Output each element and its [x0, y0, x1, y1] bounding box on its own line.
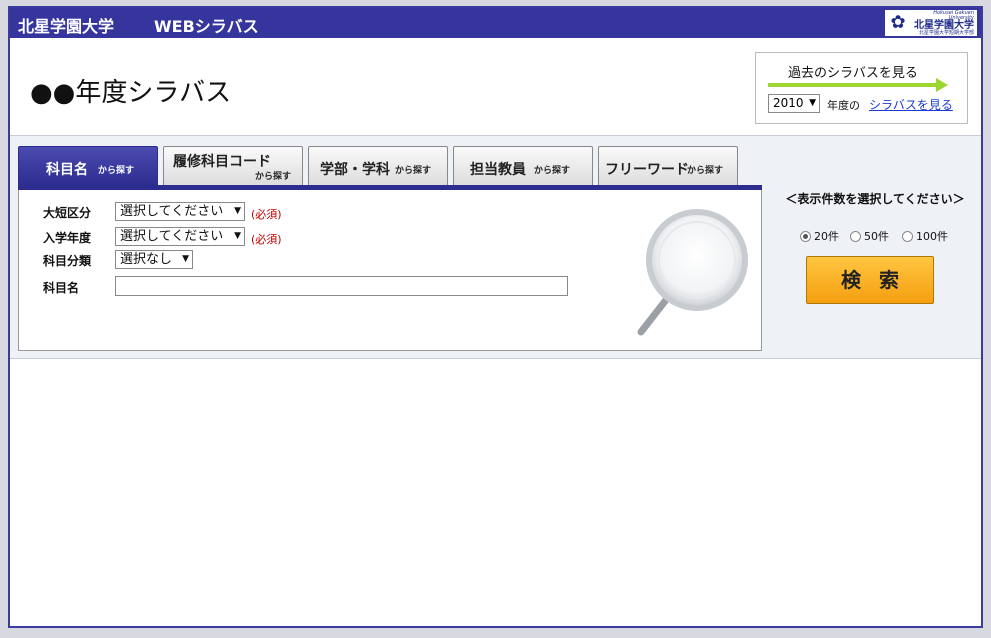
category-label: 大短区分 — [43, 206, 92, 220]
logo-english-text: Hokusei Gakuen University — [933, 9, 974, 21]
tab-main-label: フリーワード — [605, 162, 689, 178]
search-form-panel: 大短区分 選択してください ▼ (必須) 入学年度 選択してください ▼ (必須… — [18, 190, 762, 351]
required-mark: (必須) — [251, 233, 282, 246]
triangle-down-icon: ▼ — [234, 231, 241, 241]
radio-20-label: 20件 — [814, 230, 839, 243]
category-select[interactable]: 選択してください ▼ — [115, 202, 245, 221]
past-year-suffix: 年度の — [827, 99, 860, 112]
tab-faculty[interactable]: 学部・学科 から探す — [308, 146, 448, 186]
tab-subject-name[interactable]: 科目名 から探す — [18, 146, 158, 186]
arrow-icon — [768, 83, 938, 87]
search-button[interactable]: 検索 — [806, 256, 934, 304]
tab-course-code[interactable]: 履修科目コード から探す — [163, 146, 303, 186]
triangle-down-icon: ▼ — [182, 254, 189, 264]
required-mark: (必須) — [251, 208, 282, 221]
display-count-label: ＜表示件数を選択してください＞ — [785, 192, 965, 206]
radio-selected-icon — [800, 230, 811, 242]
past-year-select[interactable]: 2010 ▼ — [768, 94, 820, 113]
header-bar: 北星学園大学 WEBシラバス ✿ Hokusei Gakuen Universi… — [10, 8, 981, 38]
radio-50[interactable]: 50件 — [850, 228, 889, 244]
subject-type-select-value: 選択なし — [120, 252, 173, 267]
radio-empty-icon — [902, 230, 913, 242]
system-name: WEBシラバス — [154, 17, 259, 36]
radio-empty-icon — [850, 230, 861, 242]
tab-main-label: 履修科目コード — [173, 154, 271, 170]
radio-100-label: 100件 — [916, 230, 948, 243]
tab-small-label: から探す — [534, 166, 571, 176]
past-syllabus-box: 過去のシラバスを見る 2010 ▼ 年度の シラバスを見る — [755, 52, 968, 124]
university-logo[interactable]: ✿ Hokusei Gakuen University 北星学園大学 北星学園大… — [885, 10, 977, 36]
tab-small-label: から探す — [255, 172, 292, 182]
magnifier-icon — [637, 209, 748, 336]
tab-main-label: 担当教員 — [470, 162, 526, 178]
subject-name-input[interactable] — [115, 276, 568, 296]
tab-main-label: 学部・学科 — [320, 162, 390, 178]
subject-type-select[interactable]: 選択なし ▼ — [115, 250, 193, 269]
university-logo-icon: ✿ — [890, 12, 906, 33]
tab-main-label: 科目名 — [46, 162, 88, 178]
radio-50-label: 50件 — [864, 230, 889, 243]
past-year-value: 2010 — [773, 96, 804, 110]
logo-sub-text: 北星学園大学短期大学部 — [918, 29, 974, 36]
tab-free-word[interactable]: フリーワード から探す — [598, 146, 738, 186]
page-title: ●●年度シラバス — [30, 78, 232, 108]
entry-year-select[interactable]: 選択してください ▼ — [115, 227, 245, 246]
category-select-value: 選択してください — [120, 204, 224, 219]
past-syllabus-label: 過去のシラバスを見る — [788, 66, 918, 81]
tab-small-label: から探す — [98, 166, 135, 176]
entry-year-select-value: 選択してください — [120, 229, 224, 244]
logo-japanese-text: 北星学園大学 — [914, 19, 974, 31]
radio-100[interactable]: 100件 — [902, 228, 948, 244]
brand-name: 北星学園大学 — [18, 17, 115, 36]
subject-type-label: 科目分類 — [43, 254, 92, 268]
past-syllabus-link[interactable]: シラバスを見る — [869, 96, 953, 113]
triangle-down-icon: ▼ — [234, 206, 241, 216]
subject-name-label: 科目名 — [43, 281, 80, 295]
radio-20[interactable]: 20件 — [800, 228, 839, 244]
triangle-down-icon: ▼ — [809, 98, 816, 108]
tab-teacher[interactable]: 担当教員 から探す — [453, 146, 593, 186]
arrow-head-icon — [936, 78, 948, 92]
entry-year-label: 入学年度 — [43, 231, 92, 245]
tab-small-label: から探す — [395, 166, 432, 176]
page-frame: 北星学園大学 WEBシラバス ✿ Hokusei Gakuen Universi… — [8, 6, 983, 628]
search-band: 科目名 から探す 履修科目コード から探す 学部・学科 から探す 担当教員 から… — [10, 135, 981, 359]
tab-small-label: から探す — [687, 166, 724, 176]
